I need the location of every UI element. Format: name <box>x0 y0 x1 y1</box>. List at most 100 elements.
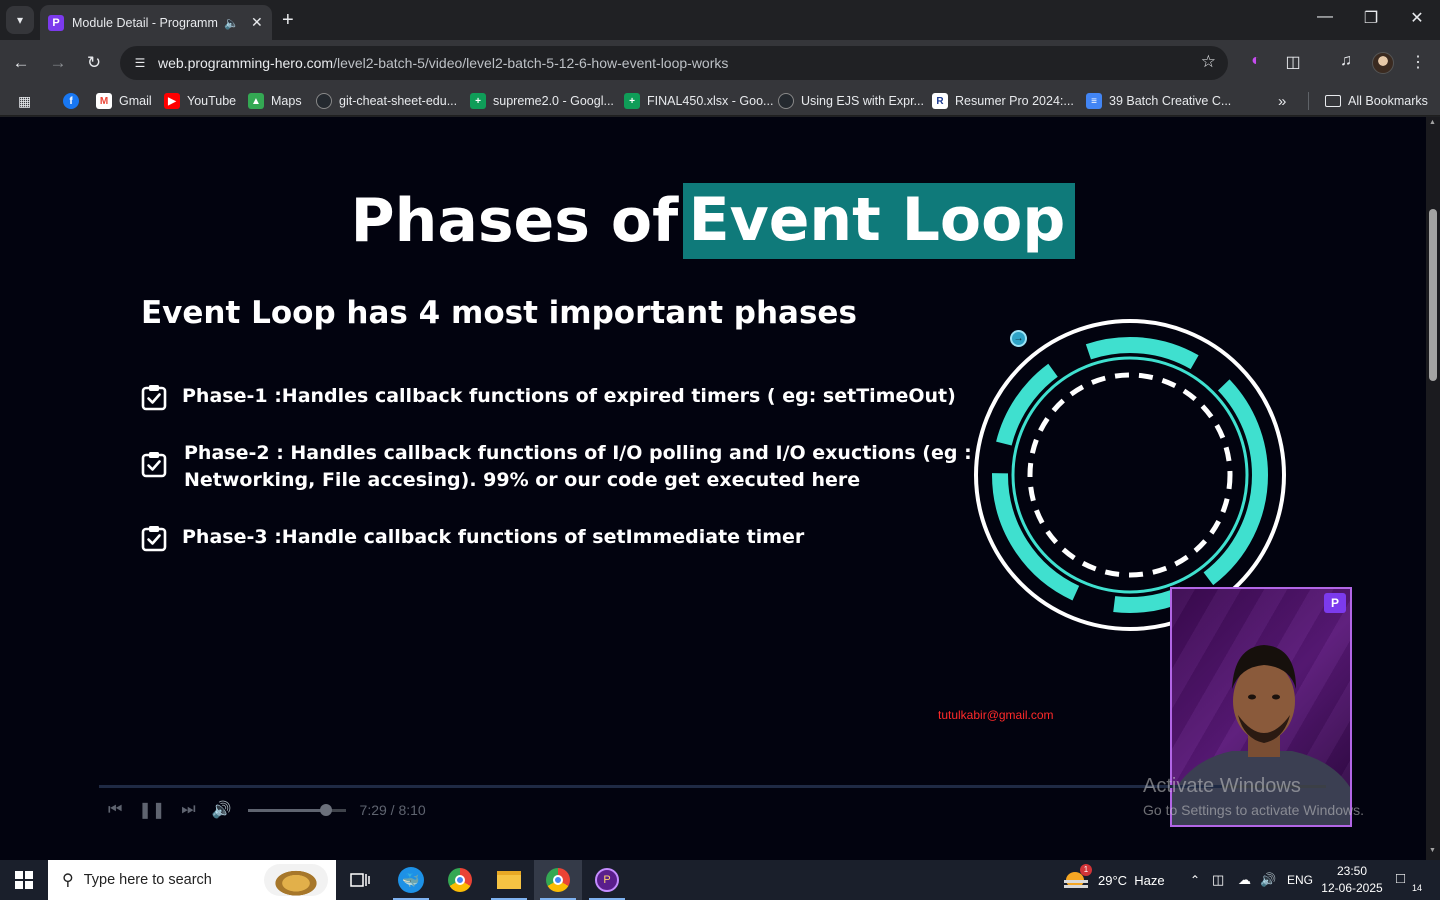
windows-start-button[interactable] <box>0 860 48 900</box>
programming-hero-logo-icon: P <box>1324 593 1346 613</box>
bookmark-facebook[interactable]: f <box>63 92 86 110</box>
weather-text: 29°C Haze <box>1098 872 1165 888</box>
all-bookmarks[interactable]: All Bookmarks <box>1325 92 1428 110</box>
chrome-icon[interactable] <box>436 860 484 900</box>
github-icon <box>778 93 794 109</box>
activate-windows-watermark: Activate Windows Go to Settings to activ… <box>1143 775 1364 818</box>
phase-item-1: Phase-1 :Handles callback functions of e… <box>140 383 956 411</box>
restore-button[interactable]: ❐ <box>1348 8 1394 28</box>
resumer-icon: R <box>932 93 948 109</box>
menu-kebab-icon[interactable]: ⋮ <box>1406 52 1430 72</box>
pause-icon[interactable]: ❚❚ <box>138 800 165 820</box>
player-controls: ⏮ ❚❚ ⏭ 🔊 7:29 / 8:10 <box>108 799 426 821</box>
media-control-icon[interactable]: ♫ <box>1334 52 1358 70</box>
gmail-icon: M <box>96 93 112 109</box>
bookmark-divider <box>1308 92 1309 110</box>
cloud-sync-icon[interactable]: ☁ <box>1238 860 1251 900</box>
clipboard-check-icon <box>141 452 167 478</box>
forward-button[interactable]: → <box>45 50 71 76</box>
bookmark-youtube[interactable]: ▶ YouTube <box>164 92 236 110</box>
reload-button[interactable]: ↻ <box>81 50 107 76</box>
app-purple-icon[interactable]: P <box>583 860 631 900</box>
phase-text-2-line-2: Networking, File accesing). 99% or our c… <box>184 469 861 491</box>
show-hidden-icons-chevron-icon[interactable]: ⌃ <box>1190 860 1200 900</box>
activate-windows-subtitle: Go to Settings to activate Windows. <box>1143 802 1364 818</box>
youtube-icon: ▶ <box>164 93 180 109</box>
more-bookmarks-chevron-icon[interactable]: » <box>1278 92 1286 110</box>
new-tab-button[interactable]: + <box>282 9 294 31</box>
browser-tab-active[interactable]: P Module Detail - Programmi 🔈 ✕ <box>40 5 272 40</box>
page-scrollbar[interactable]: ▲ ▼ <box>1426 117 1440 860</box>
tab-search-button[interactable]: ▾ <box>6 6 34 34</box>
volume-slider[interactable] <box>247 803 346 816</box>
taskbar-search-placeholder: Type here to search <box>83 872 212 888</box>
bookmark-batch-creative[interactable]: ≡ 39 Batch Creative C... <box>1086 92 1231 110</box>
speaker-icon[interactable]: 🔈 <box>224 16 239 30</box>
bookmark-star-icon[interactable]: ☆ <box>1201 52 1216 72</box>
taskbar-clock[interactable]: 23:50 12-06-2025 <box>1320 863 1384 897</box>
task-view-icon[interactable] <box>336 860 384 900</box>
programming-hero-icon: P <box>48 14 64 31</box>
network-icon[interactable]: ◫ <box>1212 860 1224 900</box>
activate-windows-title: Activate Windows <box>1143 775 1301 797</box>
speaker-volume-icon[interactable]: 🔊 <box>1260 860 1276 900</box>
slide-subtitle: Event Loop has 4 most important phases <box>141 295 857 331</box>
bookmarks-bar: ▦ f M Gmail ▶ YouTube ▲ Maps git-cheat-shee… <box>0 86 1440 116</box>
notification-center-icon[interactable]: □ 14 <box>1396 870 1422 893</box>
sheets-icon: + <box>624 93 640 109</box>
tab-title: Module Detail - Programmi <box>72 15 218 30</box>
docs-icon: ≡ <box>1086 93 1102 109</box>
file-explorer-icon[interactable] <box>485 860 533 900</box>
docker-icon[interactable]: 🐳 <box>387 860 435 900</box>
phase-text-1: Phase-1 :Handles callback functions of e… <box>182 385 956 407</box>
slide-title-highlight: Event Loop <box>682 183 1076 259</box>
clipboard-check-icon <box>141 526 167 552</box>
volume-icon[interactable]: 🔊 <box>212 800 232 820</box>
phase-text-3: Phase-3 :Handle callback functions of se… <box>182 526 805 548</box>
next-icon[interactable]: ⏭ <box>181 801 195 819</box>
language-indicator[interactable]: ENG <box>1287 860 1313 900</box>
bookmark-maps[interactable]: ▲ Maps <box>248 92 302 110</box>
bookmark-gmail[interactable]: M Gmail <box>96 92 152 110</box>
watermark-email: tutulkabir@gmail.com <box>938 708 1054 722</box>
weather-haze-icon: 1 <box>1064 864 1092 890</box>
weather-widget[interactable]: 1 29°C Haze <box>1064 860 1165 900</box>
chrome-profile-icon[interactable] <box>534 860 582 900</box>
volume-fill <box>247 808 326 812</box>
folder-icon <box>1325 95 1341 107</box>
clipboard-check-icon <box>141 385 167 411</box>
bookmark-git-cheat-sheet[interactable]: git-cheat-sheet-edu... <box>316 92 457 110</box>
phase-item-3: Phase-3 :Handle callback functions of se… <box>140 524 804 552</box>
clock-time: 23:50 <box>1336 864 1368 878</box>
video-player[interactable]: Phases of Event Loop Event Loop has 4 mo… <box>0 117 1426 860</box>
video-progress-bar[interactable] <box>99 785 1326 788</box>
bookmark-supreme[interactable]: + supreme2.0 - Googl... <box>470 92 614 110</box>
apps-grid-icon[interactable]: ▦ <box>18 92 31 110</box>
facebook-icon: f <box>63 93 79 109</box>
scrollbar-thumb[interactable] <box>1429 209 1437 381</box>
close-window-button[interactable]: ✕ <box>1394 8 1440 28</box>
address-bar[interactable]: ☰ web.programming-hero.com/level2-batch-… <box>120 46 1228 80</box>
scroll-down-arrow-icon[interactable]: ▼ <box>1429 847 1436 854</box>
windows-taskbar: ⚲ Type here to search 🐳 P 1 29°C Haze ⌃ … <box>0 860 1440 900</box>
taskbar-search-box[interactable]: ⚲ Type here to search <box>48 860 336 900</box>
scroll-up-arrow-icon[interactable]: ▲ <box>1429 119 1436 126</box>
clock-date: 12-06-2025 <box>1321 881 1383 895</box>
windows-logo-icon <box>15 871 33 889</box>
previous-icon[interactable]: ⏮ <box>108 801 122 819</box>
video-progress-fill <box>99 785 1222 788</box>
bookmark-final450[interactable]: + FINAL450.xlsx - Goo... <box>624 92 773 110</box>
phase-text-2: Phase-2 : Handles callback functions of … <box>184 440 972 494</box>
bookmark-ejs[interactable]: Using EJS with Expr... <box>778 92 924 110</box>
profile-avatar[interactable] <box>1372 52 1394 74</box>
github-icon <box>316 93 332 109</box>
bookmark-resumer[interactable]: R Resumer Pro 2024:... <box>932 92 1074 110</box>
site-info-icon[interactable]: ☰ <box>130 56 150 70</box>
minimize-button[interactable]: — <box>1302 8 1348 26</box>
weather-badge: 1 <box>1080 864 1092 876</box>
close-tab-icon[interactable]: ✕ <box>251 14 263 31</box>
extension-color-icon[interactable]: ◐ <box>1244 52 1268 70</box>
back-button[interactable]: ← <box>8 50 34 76</box>
volume-knob[interactable] <box>319 803 332 816</box>
extensions-puzzle-icon[interactable]: ◫ <box>1281 52 1305 72</box>
